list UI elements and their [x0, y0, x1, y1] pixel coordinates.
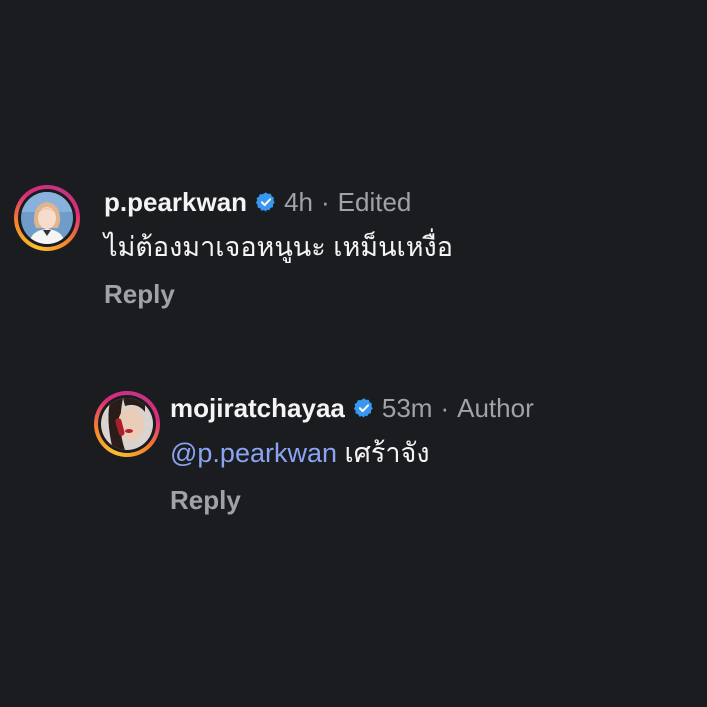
timestamp: 53m	[381, 393, 433, 423]
comment-text: @p.pearkwan เศร้าจัง	[170, 435, 534, 471]
timestamp: 4h	[284, 187, 313, 217]
reply-button[interactable]: Reply	[104, 277, 453, 311]
edited-label: Edited	[337, 187, 412, 217]
author-label: Author	[457, 393, 534, 423]
verified-badge-icon	[353, 398, 373, 418]
reply-button[interactable]: Reply	[170, 483, 534, 517]
separator: ·	[440, 393, 450, 423]
avatar-photo-icon	[21, 192, 73, 244]
mention-link[interactable]: @p.pearkwan	[170, 438, 337, 468]
username[interactable]: mojiratchayaa	[170, 391, 345, 425]
comment-text-body: เศร้าจัง	[344, 438, 430, 468]
comment-text: ไม่ต้องมาเจอหนูนะ เหม็นเหงื่อ	[104, 232, 453, 262]
avatar-photo-icon	[101, 398, 153, 450]
separator: ·	[320, 187, 330, 217]
verified-badge-icon	[255, 192, 275, 212]
avatar[interactable]	[94, 391, 160, 457]
comment-item: p.pearkwan 4h · Edited ไม่ต้องมาเจอหนูนะ…	[14, 185, 453, 311]
comment-thread: p.pearkwan 4h · Edited ไม่ต้องมาเจอหนูนะ…	[0, 0, 707, 707]
avatar[interactable]	[14, 185, 80, 251]
username[interactable]: p.pearkwan	[104, 185, 247, 219]
reply-comment-item: mojiratchayaa 53m · Author @p.pearkwan เ…	[94, 391, 534, 517]
